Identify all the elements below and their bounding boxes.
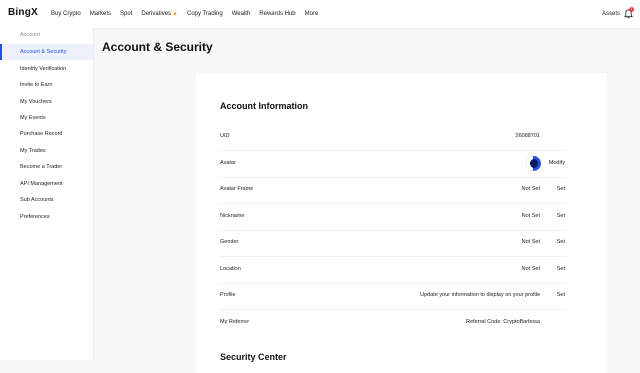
logo-text: BingX [8,7,38,18]
sidebar-item-my-events[interactable]: My Events [0,110,93,126]
avatar [526,156,541,171]
nav-derivatives-label: Derivatives [141,11,172,17]
fire-icon: ▲ [172,11,179,17]
nav-buy-crypto[interactable]: Buy Crypto [51,11,81,17]
avatar-row: Avatar Modify [220,151,571,178]
nickname-label: Nickname [220,213,245,219]
gender-value: Not Set [521,239,540,245]
nav-markets[interactable]: Markets [90,11,111,17]
avatar-frame-label: Avatar Frame [220,186,254,192]
avatar-frame-value: Not Set [521,186,540,192]
referrer-value: Referral Code: CryptoBarbosa [466,319,540,325]
security-center-title: Security Center [220,352,287,362]
set-gender-button[interactable]: Set [550,236,571,248]
avatar-label: Avatar [220,160,236,166]
referrer-label: My Referrer [220,319,250,325]
set-nickname-button[interactable]: Set [550,210,571,222]
nav-rewards-hub[interactable]: Rewards Hub [259,11,295,17]
nav-more[interactable]: More [305,11,319,17]
sidebar-item-account-security[interactable]: Account & Security [0,44,93,60]
gender-row: Gender Not Set Set [220,230,571,257]
copy-uid-button[interactable] [559,130,571,142]
nav-wealth[interactable]: Wealth [232,11,251,17]
assets-menu[interactable]: Assets [602,11,620,17]
set-avatar-frame-button[interactable]: Set [550,183,571,195]
referrer-row: My Referrer Referral Code: CryptoBarbosa [220,310,567,336]
sidebar-item-invite-to-earn[interactable]: Invite to Earn [0,77,93,93]
avatar-frame-row: Avatar Frame Not Set Set [220,177,571,204]
nav-copy-trading[interactable]: Copy Trading [187,11,223,17]
account-information-card: Account Information UID 26088701 Avatar … [196,73,607,373]
sidebar-item-preferences[interactable]: Preferences [0,209,93,225]
sidebar-heading: Account [20,32,40,38]
nav-spot[interactable]: Spot [120,11,132,17]
notification-badge: 1 [629,7,634,12]
profile-row: Profile Update your information to displ… [220,283,571,310]
main-nav: Buy Crypto Markets Spot Derivatives ▲ Cop… [51,0,327,28]
uid-value: 26088701 [515,133,540,139]
avatar-figure [530,159,538,168]
sidebar-item-purchase-record[interactable]: Purchase Record [0,126,93,142]
uid-label: UID [220,133,230,139]
sidebar-item-my-trades[interactable]: My Trades [0,143,93,159]
uid-row: UID 26088701 [220,124,571,151]
account-sidebar: Account Account & Security Identity Veri… [0,28,94,360]
bingx-logo[interactable]: BingX [8,7,38,18]
top-navigation-bar: BingX Buy Crypto Markets Spot Derivative… [0,0,640,29]
sidebar-item-sub-accounts[interactable]: Sub Accounts [0,192,93,208]
sidebar-item-api-management[interactable]: API Management [0,176,93,192]
nickname-value: Not Set [521,213,540,219]
sidebar-item-my-vouchers[interactable]: My Vouchers [0,94,93,110]
sidebar-item-become-a-trader[interactable]: Become a Trader [0,159,93,175]
profile-label: Profile [220,292,236,298]
profile-value: Update your information to display on yo… [420,292,540,298]
modify-avatar-button[interactable]: Modify [542,157,571,169]
page-title: Account & Security [102,40,213,54]
set-location-button[interactable]: Set [550,263,571,275]
location-row: Location Not Set Set [220,257,571,284]
set-profile-button[interactable]: Set [550,289,571,301]
account-information-title: Account Information [220,101,308,111]
sidebar-item-identity-verification[interactable]: Identity Verification [0,61,93,77]
gender-label: Gender [220,239,239,245]
location-value: Not Set [521,266,540,272]
location-label: Location [220,266,241,272]
nickname-row: Nickname Not Set Set [220,204,571,231]
nav-derivatives[interactable]: Derivatives ▲ [141,11,178,17]
